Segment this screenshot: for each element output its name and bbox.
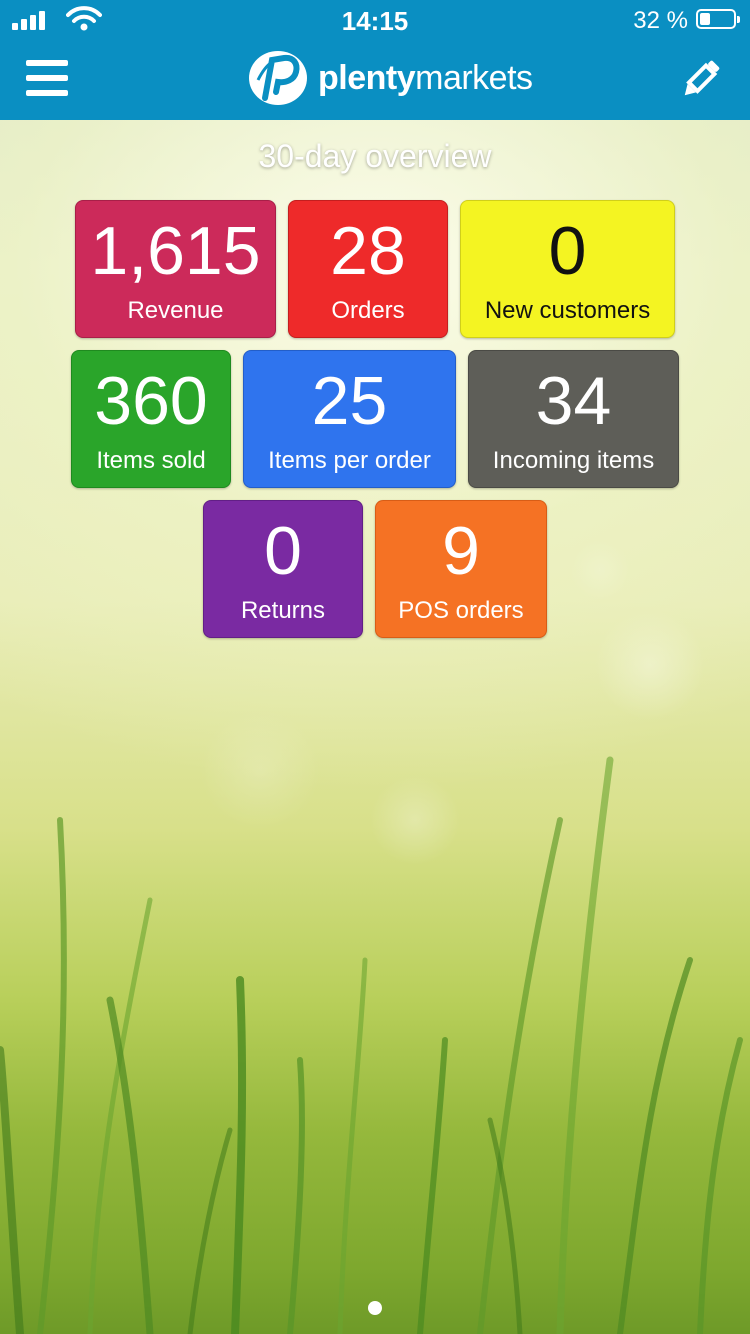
logo-text: plentymarkets xyxy=(318,59,533,98)
nav-bar: plentymarkets xyxy=(0,40,750,120)
logo-text-light: markets xyxy=(415,58,533,97)
tile-label: Items per order xyxy=(268,447,431,474)
hamburger-line xyxy=(26,75,68,81)
tile-value: 28 xyxy=(330,213,406,289)
tile-value: 0 xyxy=(548,213,587,289)
tile-items-sold[interactable]: 360 Items sold xyxy=(71,350,231,488)
tile-label: Returns xyxy=(240,597,326,624)
hamburger-line xyxy=(26,90,68,96)
edit-button[interactable] xyxy=(678,56,724,102)
tile-pos-orders[interactable]: 9 POS orders xyxy=(375,500,547,638)
tile-orders[interactable]: 28 Orders xyxy=(288,200,448,338)
tile-label: Revenue xyxy=(127,297,224,324)
status-bar: 14:15 32 % xyxy=(0,0,750,40)
tile-value: 25 xyxy=(311,363,388,439)
tile-revenue[interactable]: 1,615 Revenue xyxy=(75,200,276,338)
tile-value: 0 xyxy=(264,513,302,589)
tile-label: Incoming items xyxy=(492,447,655,474)
menu-button[interactable] xyxy=(26,60,70,98)
tile-value: 34 xyxy=(535,363,612,439)
hamburger-menu-icon xyxy=(26,60,68,66)
page-indicator-dot[interactable] xyxy=(368,1301,382,1315)
pencil-icon xyxy=(684,60,720,96)
app-screen: { "status_bar": { "time": "14:15", "batt… xyxy=(0,0,750,1334)
battery-icon xyxy=(696,9,740,29)
tile-returns[interactable]: 0 Returns xyxy=(203,500,363,638)
tile-value: 9 xyxy=(442,513,480,589)
battery-fill xyxy=(700,13,710,25)
tile-value: 1,615 xyxy=(90,213,261,289)
page-title: 30-day overview xyxy=(258,138,492,174)
tile-label: Items sold xyxy=(96,447,206,474)
battery-percent: 32 % xyxy=(633,7,688,34)
tile-incoming-items[interactable]: 34 Incoming items xyxy=(468,350,679,488)
tile-label: New customers xyxy=(484,297,651,324)
tile-items-per-order[interactable]: 25 Items per order xyxy=(243,350,456,488)
logo-text-bold: plenty xyxy=(318,58,416,97)
tile-value: 360 xyxy=(94,363,208,439)
tile-new-customers[interactable]: 0 New customers xyxy=(460,200,675,338)
tile-label: Orders xyxy=(331,297,405,324)
plentymarkets-logo-icon xyxy=(249,51,307,105)
tile-label: POS orders xyxy=(398,597,524,624)
logo: plentymarkets xyxy=(248,50,533,106)
